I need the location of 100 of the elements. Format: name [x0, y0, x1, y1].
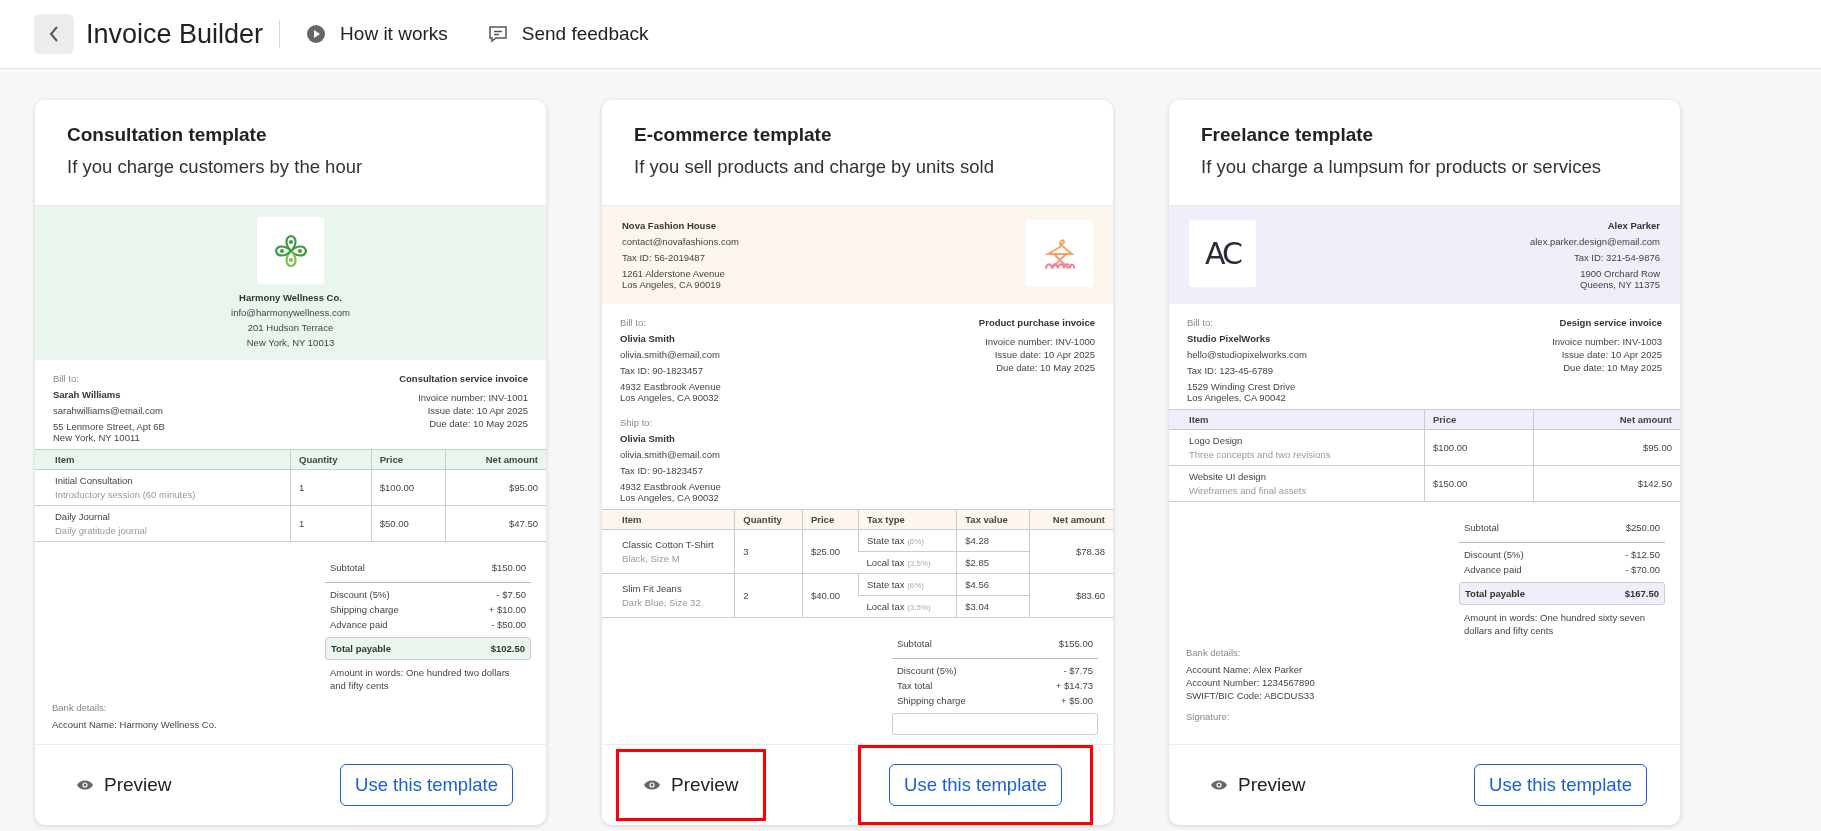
subtotal-label: Subtotal: [897, 638, 932, 649]
column-header: Net amount: [1533, 409, 1680, 430]
invoice-detail: Due date: 10 May 2025: [1562, 362, 1662, 373]
column-header: Net amount: [1029, 509, 1113, 530]
tax-type-cell: Local tax (3.5%): [858, 551, 957, 574]
back-button[interactable]: [34, 14, 74, 54]
sender-detail: alex.parker.design@email.com: [1529, 236, 1660, 247]
invoice-detail: Issue date: 10 Apr 2025: [1560, 349, 1662, 360]
amount-in-words: Amount in words: One hundred two dollars and fifty cents: [329, 666, 511, 692]
net-amount-cell: $78.38: [1029, 529, 1113, 574]
preview-button[interactable]: Preview: [629, 766, 753, 804]
price-cell: $25.00: [802, 529, 859, 574]
subtotal-value: $150.00: [491, 562, 526, 573]
price-cell: $150.00: [1424, 465, 1534, 502]
adjustment-value: - $7.75: [1063, 665, 1093, 676]
net-amount-cell: $47.50: [445, 505, 546, 542]
subtotal-value: $155.00: [1058, 638, 1093, 649]
column-header: Price: [371, 449, 446, 470]
invoice-detail: Invoice number: INV-1000: [984, 336, 1095, 347]
use-template-button[interactable]: Use this template: [1474, 764, 1647, 806]
adjustment-value: + $5.00: [1061, 695, 1093, 706]
adjustment-label: Tax total: [897, 680, 933, 691]
sender-address: New York, NY 10013: [245, 337, 336, 348]
party-detail: sarahwilliams@email.com: [53, 405, 164, 416]
column-header: Item: [1169, 409, 1425, 430]
use-template-button[interactable]: Use this template: [889, 764, 1062, 806]
quantity-cell: 1: [290, 505, 372, 542]
column-header: Tax value: [956, 509, 1030, 530]
total-label: Total payable: [1465, 588, 1525, 599]
header-link[interactable]: Send feedback: [487, 23, 649, 45]
adjustment-value: - $7.50: [496, 589, 526, 600]
signature-label: Signature:: [1186, 711, 1230, 722]
adjustment-value: - $12.50: [1625, 549, 1660, 560]
invoice-detail: Due date: 10 May 2025: [428, 418, 528, 429]
invoice-detail: Due date: 10 May 2025: [995, 362, 1095, 373]
price-cell: $50.00: [371, 505, 446, 542]
invoice-type: Product purchase invoice: [978, 317, 1095, 328]
column-header: Item: [35, 449, 291, 470]
adjustment-label: Discount (5%): [1464, 549, 1524, 560]
invoice-detail: Issue date: 10 Apr 2025: [426, 405, 528, 416]
adjustment-label: Advance paid: [330, 619, 388, 630]
use-template-button[interactable]: Use this template: [340, 764, 513, 806]
bank-details-label: Bank details:: [52, 702, 108, 713]
item-cell: Initial Consultation Introductory session (60 minutes): [35, 469, 291, 506]
party-address: 4932 Eastbrook Avenue Los Angeles, CA 90032: [620, 481, 721, 503]
adjustment-value: + $10.00: [488, 604, 526, 615]
party-name: Sarah Williams: [53, 389, 122, 400]
play-icon: [306, 24, 327, 44]
preview-button[interactable]: Preview: [62, 766, 186, 804]
party-detail: Tax ID: 123-45-6789: [1187, 365, 1275, 376]
invoice-detail: Invoice number: INV-1001: [417, 392, 528, 403]
tax-type-cell: State tax (6%): [858, 573, 957, 596]
bank-detail: Account Name: Harmony Wellness Co.: [52, 719, 218, 730]
template-subtitle: If you charge customers by the hour: [67, 156, 364, 178]
total-value: $102.50: [490, 643, 525, 654]
party-label: Ship to:: [620, 417, 654, 428]
header-link[interactable]: How it works: [306, 23, 448, 45]
sender-address: 201 Hudson Terrace: [246, 322, 335, 333]
sender-name: Nova Fashion House: [622, 220, 717, 231]
eye-icon: [76, 779, 94, 791]
party-address: 4932 Eastbrook Avenue Los Angeles, CA 90032: [620, 381, 721, 403]
sender-address: 1261 Alderstone Avenue Los Angeles, CA 90019: [622, 268, 726, 290]
preview-button[interactable]: Preview: [1196, 766, 1320, 804]
sender-detail: info@harmonywellness.com: [231, 307, 350, 318]
template-subtitle: If you sell products and charge by units sold: [634, 156, 995, 178]
invoice-detail: Invoice number: INV-1003: [1552, 336, 1662, 347]
bank-details-label: Bank details:: [1186, 647, 1242, 658]
subtotal-value: $250.00: [1625, 522, 1660, 533]
column-header: Price: [802, 509, 859, 530]
template-subtitle: If you charge a lumpsum for products or services: [1201, 156, 1602, 178]
party-name: Olivia Smith: [620, 433, 676, 444]
chevron-left-icon: [48, 25, 60, 43]
total-value: $167.50: [1624, 588, 1659, 599]
monogram-logo: AC: [1205, 236, 1240, 271]
sender-detail: Tax ID: 321-54-9876: [1572, 252, 1660, 263]
net-amount-cell: $95.00: [1533, 429, 1680, 466]
adjustment-label: Shipping charge: [897, 695, 966, 706]
adjustment-value: + $14.73: [1055, 680, 1093, 691]
total-label: Total payable: [331, 643, 391, 654]
party-name: Studio PixelWorks: [1187, 333, 1272, 344]
page-title: Invoice Builder: [86, 18, 264, 50]
adjustment-label: Advance paid: [1464, 564, 1522, 575]
subtotal-label: Subtotal: [330, 562, 365, 573]
column-header: Net amount: [445, 449, 546, 470]
party-label: Bill to:: [53, 373, 80, 384]
party-detail: Tax ID: 90-1823457: [620, 465, 704, 476]
sender-name: Harmony Wellness Co.: [238, 292, 343, 303]
price-cell: $100.00: [1424, 429, 1534, 466]
column-header: Tax type: [858, 509, 957, 530]
item-cell: Slim Fit Jeans Dark Blue, Size 32: [602, 573, 735, 618]
template-title: E-commerce template: [634, 124, 833, 146]
adjustment-value: - $70.00: [1625, 564, 1660, 575]
net-amount-cell: $142.50: [1533, 465, 1680, 502]
quantity-cell: 3: [734, 529, 803, 574]
price-cell: $40.00: [802, 573, 859, 618]
tax-value-cell: $4.28: [956, 529, 1030, 552]
item-cell: Daily Journal Daily gratitude journal: [35, 505, 291, 542]
party-label: Bill to:: [1187, 317, 1214, 328]
template-title: Freelance template: [1201, 124, 1375, 146]
sender-address: 1900 Orchard Row Queens, NY 11375: [1579, 268, 1660, 290]
